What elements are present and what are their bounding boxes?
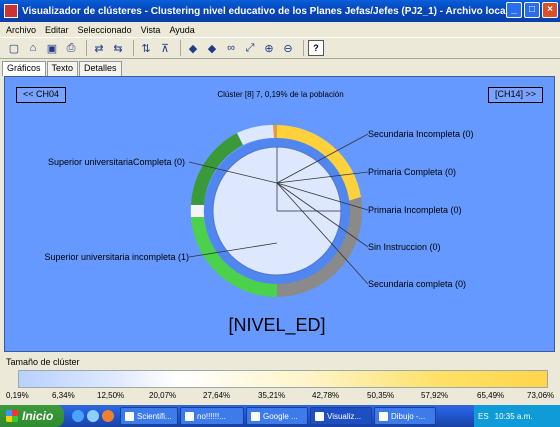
size-legend-title: Tamaño de clúster: [6, 357, 80, 367]
task-label: Google ...: [263, 411, 298, 421]
menu-vista[interactable]: Vista: [141, 25, 161, 35]
size-tick: 42,78%: [312, 391, 340, 400]
firefox-icon[interactable]: [102, 410, 114, 422]
redo-icon[interactable]: ⇆: [110, 40, 126, 56]
taskbar-item-google[interactable]: Google ...: [246, 407, 308, 425]
label-secundaria-completa: Secundaria completa (0): [368, 279, 466, 289]
back-icon[interactable]: ◆: [185, 40, 201, 56]
windows-logo-icon: [6, 410, 18, 422]
chart-title: [NIVEL_ED]: [228, 315, 325, 336]
filter-icon[interactable]: ⊼: [157, 40, 173, 56]
toolbar-separator: [133, 40, 134, 56]
sort-icon[interactable]: ⇅: [138, 40, 154, 56]
start-label: Inicio: [22, 409, 54, 423]
cluster-size-legend: Tamaño de clúster 0,19% 6,34% 12,50% 20,…: [0, 355, 560, 405]
size-tick: 35,21%: [258, 391, 286, 400]
help-icon[interactable]: ?: [308, 40, 324, 56]
taskbar-item-scientific[interactable]: Scientifi...: [120, 407, 178, 425]
maximize-button[interactable]: □: [524, 2, 540, 18]
open-icon[interactable]: ⌂: [25, 40, 41, 56]
start-button[interactable]: Inicio: [0, 405, 64, 427]
quick-launch: [72, 410, 114, 422]
window-icon: [315, 411, 324, 421]
size-tick: 0,19%: [6, 391, 29, 400]
cluster-pie-chart: Secundaria Incompleta (0) Primaria Compl…: [44, 124, 474, 336]
label-secundaria-incompleta: Secundaria Incompleta (0): [368, 129, 474, 139]
size-tick: 73,06%: [527, 391, 555, 400]
system-tray: ES 10:35 a.m.: [474, 405, 560, 427]
menu-archivo[interactable]: Archivo: [6, 25, 36, 35]
explorer-icon[interactable]: [87, 410, 99, 422]
label-superior-completa: Superior universitariaCompleta (0): [48, 157, 185, 167]
window-icon: [125, 411, 134, 421]
toolbar: ▢ ⌂ ▣ ⎙ ⇄ ⇆ ⇅ ⊼ ◆ ◆ ∞ ⤢ ⊕ ⊖ ?: [0, 37, 560, 59]
app-icon: [4, 4, 18, 18]
label-primaria-incompleta: Primaria Incompleta (0): [368, 205, 462, 215]
title-bar: Visualizador de clústeres - Clustering n…: [0, 0, 560, 22]
window-icon: [185, 411, 194, 421]
size-gradient-bar: [18, 370, 548, 388]
size-tick: 20,07%: [149, 391, 177, 400]
taskbar: Inicio Scientifi... no!!!!!!... Google .…: [0, 405, 560, 427]
forward-icon[interactable]: ◆: [204, 40, 220, 56]
new-icon[interactable]: ▢: [6, 40, 22, 56]
language-indicator[interactable]: ES: [478, 412, 489, 421]
toolbar-separator: [86, 40, 87, 56]
size-tick: 12,50%: [97, 391, 125, 400]
size-tick: 65,49%: [477, 391, 505, 400]
minimize-button[interactable]: _: [506, 2, 522, 18]
taskbar-item-visualizador[interactable]: Visualiz...: [310, 407, 372, 425]
size-tick: 27,64%: [203, 391, 231, 400]
label-superior-incompleta: Superior universitaria incompleta (1): [44, 252, 189, 262]
close-button[interactable]: ×: [542, 2, 558, 18]
save-icon[interactable]: ▣: [44, 40, 60, 56]
menu-bar: Archivo Editar Seleccionado Vista Ayuda: [0, 22, 560, 37]
browser-icon[interactable]: [72, 410, 84, 422]
ring-segment-white[interactable]: [190, 205, 204, 217]
menu-seleccionado[interactable]: Seleccionado: [78, 25, 132, 35]
task-label: Scientifi...: [137, 411, 172, 421]
menu-editar[interactable]: Editar: [45, 25, 69, 35]
task-label: no!!!!!!...: [197, 411, 226, 421]
tab-graficos[interactable]: Gráficos: [2, 61, 46, 76]
window-title: Visualizador de clústeres - Clustering n…: [22, 5, 510, 17]
zoom-in-icon[interactable]: ⊕: [261, 40, 277, 56]
size-tick: 50,35%: [367, 391, 395, 400]
window-icon: [251, 411, 260, 421]
clock: 10:35 a.m.: [494, 411, 533, 421]
size-tick: 57,92%: [421, 391, 449, 400]
size-tick: 6,34%: [52, 391, 75, 400]
toolbar-separator: [303, 40, 304, 56]
zoom-out-icon[interactable]: ⊖: [280, 40, 296, 56]
label-sin-instruccion: Sin Instruccion (0): [368, 242, 441, 252]
select-icon[interactable]: ⤢: [242, 40, 258, 56]
chart-panel: << CH04 [CH14] >> Clúster [8] 7, 0,19% d…: [4, 76, 555, 352]
taskbar-item-no[interactable]: no!!!!!!...: [180, 407, 244, 425]
find-icon[interactable]: ∞: [223, 40, 239, 56]
menu-ayuda[interactable]: Ayuda: [169, 25, 194, 35]
view-tabs: Gráficos Texto Detalles: [2, 61, 123, 76]
tab-detalles[interactable]: Detalles: [79, 61, 122, 76]
toolbar-separator: [180, 40, 181, 56]
task-label: Visualiz...: [327, 411, 362, 421]
task-label: Dibujo -...: [391, 411, 426, 421]
tab-texto[interactable]: Texto: [46, 61, 79, 76]
label-primaria-completa: Primaria Completa (0): [368, 167, 456, 177]
window-icon: [379, 411, 388, 421]
print-icon[interactable]: ⎙: [63, 40, 79, 56]
undo-icon[interactable]: ⇄: [91, 40, 107, 56]
taskbar-item-dibujo[interactable]: Dibujo -...: [374, 407, 436, 425]
